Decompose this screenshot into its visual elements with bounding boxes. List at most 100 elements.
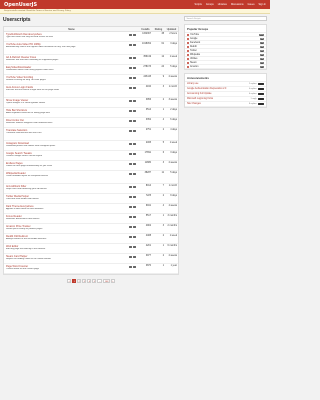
page-link[interactable]: « [67,279,72,283]
script-cell: Anti-Adblock Killer Stops sites from dete… [4,185,129,191]
install-icon[interactable] [133,66,136,69]
install-icon[interactable] [133,129,136,132]
announcement-title[interactable]: Library use [187,83,198,85]
announcement-title[interactable]: Site Changes [187,103,201,105]
installs-count: 3977 [145,255,151,257]
install-icon[interactable] [133,76,136,79]
source-icon[interactable] [129,142,132,145]
install-icon[interactable] [133,255,136,258]
install-icon[interactable] [133,235,136,238]
page-link[interactable]: … [97,279,103,283]
source-icon[interactable] [129,76,132,79]
nav-sign-in[interactable]: Sign In [259,3,266,6]
source-icon[interactable] [129,162,132,165]
source-icon[interactable] [129,245,132,248]
nav-groups[interactable]: Groups [206,3,214,6]
script-cell: Focus Reader Removes distractions from ar… [4,215,129,221]
announcement-title[interactable]: Google Authentication Deprecation 2.0 [187,88,226,90]
page-link[interactable]: 2 [77,279,82,283]
announcement-title[interactable]: Announcing Full Update [187,93,212,95]
installs-count: 2751 [145,129,151,131]
updated-time: 1 week [169,235,177,237]
script-icons [129,109,139,112]
install-icon[interactable] [133,215,136,218]
announcement-item[interactable]: Site Changes 8 replies [185,102,266,107]
install-icon[interactable] [133,162,136,165]
script-icons [129,129,139,132]
source-icon[interactable] [129,185,132,188]
nav-libraries[interactable]: Libraries [218,3,227,6]
table-row: Twitter Media Helper View and save media … [4,194,178,204]
search-input[interactable]: Search Scripts [184,16,267,21]
source-icon[interactable] [129,119,132,122]
installs-count: 7225 [145,195,151,197]
view-button[interactable] [258,102,264,106]
source-icon[interactable] [129,43,132,46]
script-cell: Web Editor Edit any page text directly in… [4,245,129,251]
install-icon[interactable] [133,109,136,112]
install-icon[interactable] [133,185,136,188]
source-icon[interactable] [129,33,132,36]
view-button[interactable] [258,97,264,101]
view-button[interactable] [258,92,264,96]
page-link[interactable]: » [110,279,115,283]
header-rating[interactable]: Rating [152,28,165,31]
source-icon[interactable] [129,109,132,112]
view-button[interactable] [258,87,264,91]
header-updated[interactable]: Updated [165,28,178,31]
announcement-title[interactable]: Microsoft Loginning Kicks [187,98,213,100]
source-icon[interactable] [129,172,132,175]
header-name[interactable]: Name [4,28,139,31]
install-icon[interactable] [133,119,136,122]
updated-time: 1 month [168,86,177,88]
install-icon[interactable] [133,152,136,155]
script-cell: EasyVideoDownloader Downloads videos from… [4,66,129,72]
install-icon[interactable] [133,56,136,59]
install-icon[interactable] [133,205,136,208]
header-installs[interactable]: Installs [139,28,152,31]
install-icon[interactable] [133,195,136,198]
source-icon[interactable] [129,99,132,102]
source-icon[interactable] [129,255,132,258]
install-icon[interactable] [133,225,136,228]
source-icon[interactable] [129,205,132,208]
source-icon[interactable] [129,265,132,268]
group-item[interactable]: Amazon 17 [185,65,266,69]
install-icon[interactable] [133,245,136,248]
install-icon[interactable] [133,99,136,102]
page-link[interactable]: 1 [72,279,77,283]
install-icon[interactable] [133,43,136,46]
install-icon[interactable] [133,142,136,145]
source-icon[interactable] [129,152,132,155]
source-icon[interactable] [129,56,132,59]
group-name: Steam [190,61,197,64]
source-icon[interactable] [129,225,132,228]
page-link[interactable]: 4 [87,279,92,283]
nav-scripts[interactable]: Scripts [195,3,202,6]
install-icon[interactable] [133,86,136,89]
page-link[interactable]: 5 [92,279,97,283]
install-icon[interactable] [133,265,136,268]
rating-count: 3 [162,162,164,164]
page-link[interactable]: 148 [103,279,110,283]
group-name: Wikipedia [190,53,200,56]
source-icon[interactable] [129,129,132,132]
install-icon[interactable] [133,172,136,175]
page-link[interactable]: 3 [82,279,87,283]
rating-count: 4 [162,205,164,207]
source-icon[interactable] [129,86,132,89]
source-icon[interactable] [129,215,132,218]
nav-discussions[interactable]: Discussions [231,3,244,6]
source-icon[interactable] [129,66,132,69]
group-icon [187,33,189,36]
source-icon[interactable] [129,235,132,238]
source-icon[interactable] [129,195,132,198]
installs-count: 3870 [145,265,151,267]
install-icon[interactable] [133,33,136,36]
script-cell: Reddit Old Redirect Always redirect to th… [4,235,129,241]
site-logo[interactable]: OpenUserJS [4,2,37,8]
table-row: Show Image Viewer Opens images in a clean… [4,98,178,108]
installs-count: 8014 [145,185,151,187]
view-button[interactable] [258,82,264,86]
nav-issues[interactable]: Issues [248,3,255,6]
